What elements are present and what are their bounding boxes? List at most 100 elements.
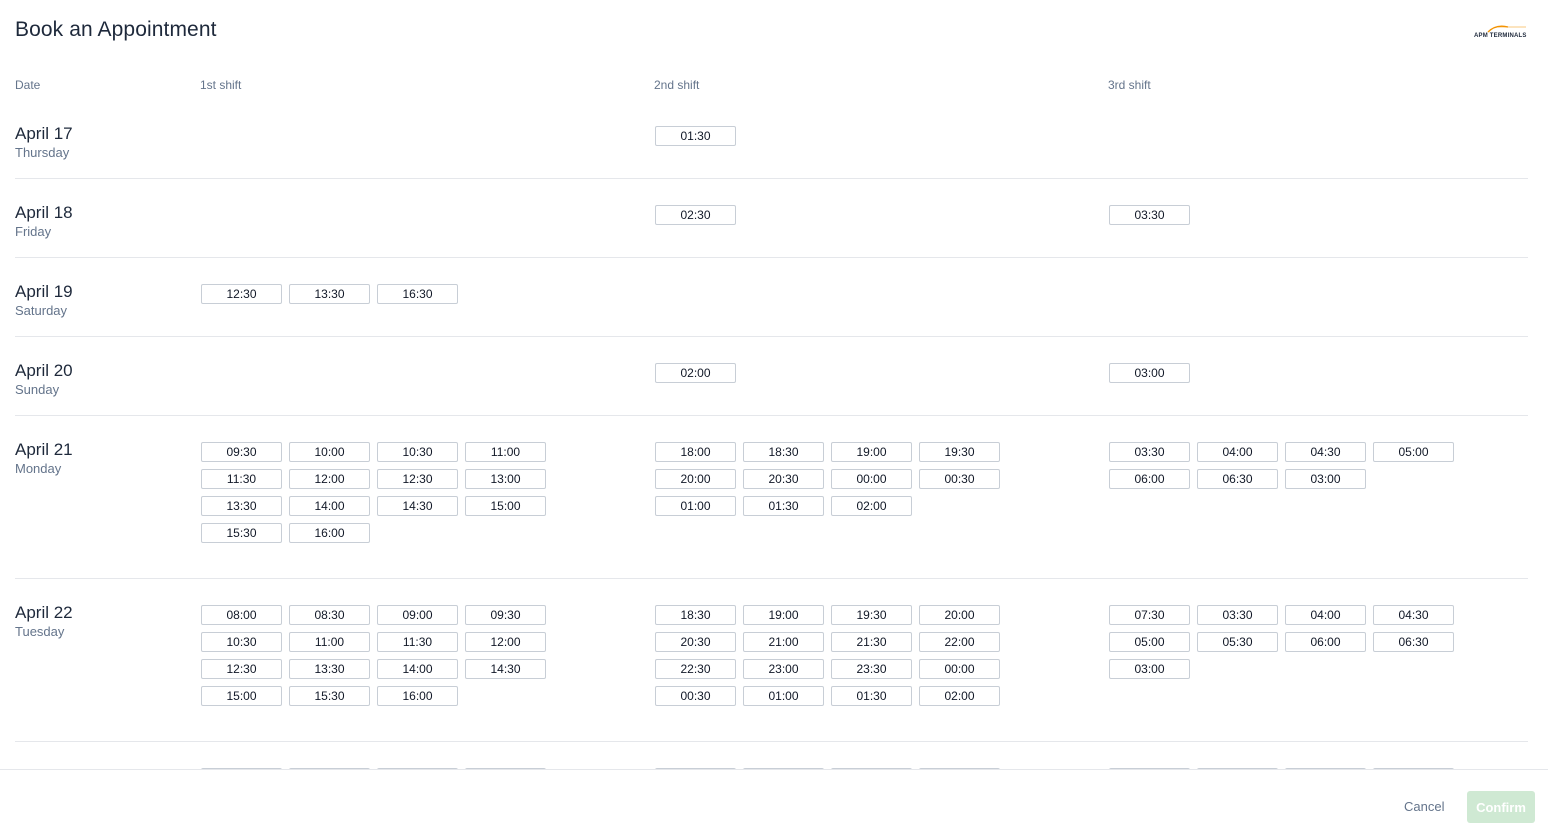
time-slot-button[interactable]: 09:30: [201, 442, 282, 462]
day-row: April 21 Monday 09:30 10:00 10:30 11:00 11:30 1…: [15, 416, 1528, 579]
time-slot-button[interactable]: 10:30: [377, 442, 458, 462]
time-slot-button[interactable]: 12:00: [465, 632, 546, 652]
time-slot-button[interactable]: 02:30: [655, 205, 736, 225]
time-slot-button[interactable]: 14:30: [465, 659, 546, 679]
time-slot-button[interactable]: 12:30: [201, 659, 282, 679]
time-slot-button[interactable]: 06:30: [1197, 469, 1278, 489]
day-row: April 22 Tuesday 08:00 08:30 09:00 09:30 10:30…: [15, 579, 1528, 742]
time-slot-button[interactable]: 11:30: [201, 469, 282, 489]
time-slot-button[interactable]: 10:30: [201, 632, 282, 652]
time-slot-button[interactable]: 20:30: [655, 632, 736, 652]
time-slot-button[interactable]: 11:00: [465, 442, 546, 462]
time-slot-button[interactable]: 04:30: [1285, 442, 1366, 462]
time-slot-button[interactable]: 12:30: [377, 469, 458, 489]
time-slot-button[interactable]: 19:00: [743, 605, 824, 625]
time-slot-button[interactable]: 05:00: [1373, 442, 1454, 462]
time-slot-button[interactable]: 22:30: [655, 659, 736, 679]
time-slot-button[interactable]: 15:00: [465, 496, 546, 516]
day-date: April 17: [15, 124, 73, 143]
time-slot-button[interactable]: 23:00: [743, 659, 824, 679]
time-slot-button[interactable]: 16:00: [289, 523, 370, 543]
day-weekday: Saturday: [15, 303, 68, 318]
time-slot-button[interactable]: 04:00: [1197, 442, 1278, 462]
time-slot-button[interactable]: 16:00: [377, 686, 458, 706]
confirm-button[interactable]: Confirm: [1467, 791, 1535, 823]
logo-swoosh-icon: [1487, 25, 1526, 33]
time-slot-button[interactable]: 13:30: [289, 659, 370, 679]
day-row: April 23Wednesday08:0008:3009:0009:3018:…: [15, 742, 1528, 769]
time-slot-button[interactable]: 01:30: [743, 496, 824, 516]
time-slot-button[interactable]: 14:00: [289, 496, 370, 516]
column-header-date: Date: [15, 78, 41, 92]
time-slot-button[interactable]: 12:00: [289, 469, 370, 489]
time-slot-button[interactable]: 03:30: [1197, 605, 1278, 625]
time-slot-button[interactable]: 06:00: [1285, 632, 1366, 652]
time-slot-button[interactable]: 16:30: [377, 284, 458, 304]
time-slot-button[interactable]: 12:30: [201, 284, 282, 304]
time-slot-button[interactable]: 20:00: [655, 469, 736, 489]
time-slot-button[interactable]: 14:00: [377, 659, 458, 679]
time-slot-button[interactable]: 03:00: [1285, 469, 1366, 489]
time-slot-button[interactable]: 06:00: [1109, 469, 1190, 489]
modal-header: Book an Appointment APM TERMINALS: [0, 0, 1548, 66]
time-slot-button[interactable]: 22:00: [919, 632, 1000, 652]
time-slot-button[interactable]: 10:00: [289, 442, 370, 462]
time-slot-button[interactable]: 08:30: [289, 605, 370, 625]
time-slot-button[interactable]: 02:00: [655, 363, 736, 383]
column-header-1st-shift: 1st shift: [200, 78, 242, 92]
time-slot-button[interactable]: 19:30: [919, 442, 1000, 462]
time-slot-button[interactable]: 00:00: [831, 469, 912, 489]
time-slot-button[interactable]: 03:30: [1109, 205, 1190, 225]
time-slot-button[interactable]: 01:30: [831, 686, 912, 706]
day-date: April 21: [15, 440, 73, 459]
time-slot-button[interactable]: 02:00: [919, 686, 1000, 706]
time-slot-button[interactable]: 00:30: [919, 469, 1000, 489]
time-slot-button[interactable]: 21:00: [743, 632, 824, 652]
time-slot-button[interactable]: 02:00: [831, 496, 912, 516]
day-weekday: Tuesday: [15, 624, 65, 639]
time-slot-button[interactable]: 14:30: [377, 496, 458, 516]
time-slot-button[interactable]: 09:30: [465, 605, 546, 625]
time-slot-button[interactable]: 18:30: [655, 605, 736, 625]
day-row: April 18 Friday 02:30 03:30: [15, 179, 1528, 258]
cancel-button[interactable]: Cancel: [1398, 794, 1450, 818]
time-slot-button[interactable]: 05:00: [1109, 632, 1190, 652]
time-slot-button[interactable]: 06:30: [1373, 632, 1454, 652]
time-slot-button[interactable]: 01:00: [655, 496, 736, 516]
time-slot-button[interactable]: 13:30: [201, 496, 282, 516]
time-slot-button[interactable]: 15:00: [201, 686, 282, 706]
time-slot-button[interactable]: 13:30: [289, 284, 370, 304]
page-title: Book an Appointment: [15, 18, 217, 41]
time-slot-button[interactable]: 03:30: [1109, 442, 1190, 462]
time-slot-button[interactable]: 08:00: [201, 605, 282, 625]
time-slot-button[interactable]: 00:30: [655, 686, 736, 706]
time-slot-button[interactable]: 01:30: [655, 126, 736, 146]
time-slot-button[interactable]: 23:30: [831, 659, 912, 679]
time-slot-button[interactable]: 19:00: [831, 442, 912, 462]
schedule-list[interactable]: April 17 Thursday 01:30 April 18 Friday 02:30…: [0, 100, 1548, 769]
time-slot-button[interactable]: 11:00: [289, 632, 370, 652]
time-slot-button[interactable]: 01:00: [743, 686, 824, 706]
time-slot-button[interactable]: 05:30: [1197, 632, 1278, 652]
time-slot-button[interactable]: 13:00: [465, 469, 546, 489]
time-slot-button[interactable]: 04:00: [1285, 605, 1366, 625]
time-slot-button[interactable]: 20:30: [743, 469, 824, 489]
time-slot-button[interactable]: 18:30: [743, 442, 824, 462]
time-slot-button[interactable]: 00:00: [919, 659, 1000, 679]
apm-terminals-logo: APM TERMINALS: [1472, 24, 1536, 42]
time-slot-button[interactable]: 15:30: [289, 686, 370, 706]
time-slot-button[interactable]: 19:30: [831, 605, 912, 625]
time-slot-button[interactable]: 18:00: [655, 442, 736, 462]
time-slot-button[interactable]: 20:00: [919, 605, 1000, 625]
time-slot-button[interactable]: 03:00: [1109, 363, 1190, 383]
logo-text: APM TERMINALS: [1474, 33, 1527, 39]
time-slot-button[interactable]: 04:30: [1373, 605, 1454, 625]
time-slot-button[interactable]: 21:30: [831, 632, 912, 652]
column-header-2nd-shift: 2nd shift: [654, 78, 700, 92]
time-slot-button[interactable]: 15:30: [201, 523, 282, 543]
time-slot-button[interactable]: 11:30: [377, 632, 458, 652]
time-slot-button[interactable]: 07:30: [1109, 605, 1190, 625]
time-slot-button[interactable]: 03:00: [1109, 659, 1190, 679]
modal-footer: Cancel Confirm: [0, 769, 1548, 826]
time-slot-button[interactable]: 09:00: [377, 605, 458, 625]
